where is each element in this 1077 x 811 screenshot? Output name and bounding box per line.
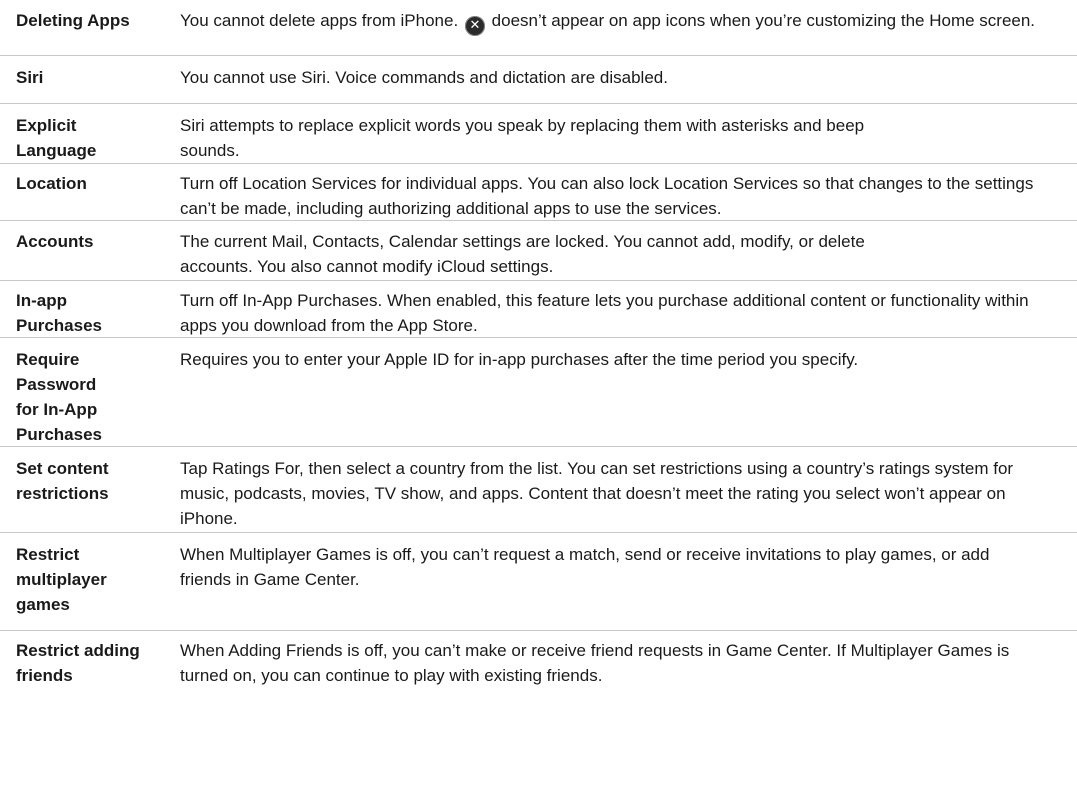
row-term: Require Password for In-App Purchases (16, 350, 102, 444)
row-description: The current Mail, Contacts, Calendar set… (180, 232, 865, 276)
row-term: Accounts (16, 232, 94, 251)
table-row: Siri You cannot use Siri. Voice commands… (0, 56, 1077, 104)
table-row: Require Password for In-App Purchases Re… (0, 338, 1077, 447)
row-description: When Multiplayer Games is off, you can’t… (180, 545, 990, 589)
row-term: In-app Purchases (16, 291, 102, 335)
close-circle-icon: ✕ (464, 16, 485, 36)
table-row: In-app Purchases Turn off In-App Purchas… (0, 281, 1077, 338)
row-description: Siri attempts to replace explicit words … (180, 116, 865, 160)
row-term: Location (16, 174, 87, 193)
table-row: Restrict adding friends When Adding Frie… (0, 631, 1077, 691)
table-row: Location Turn off Location Services for … (0, 164, 1077, 221)
table-row: Explicit Language Siri attempts to repla… (0, 104, 1077, 164)
row-description: Requires you to enter your Apple ID for … (180, 350, 859, 369)
row-description: You cannot use Siri. Voice commands and … (180, 68, 668, 87)
row-description: When Adding Friends is off, you can’t ma… (180, 641, 1010, 685)
restrictions-table: Deleting Apps You cannot delete apps fro… (0, 0, 1077, 691)
row-term: Restrict adding friends (16, 641, 140, 685)
table-row: Restrict multiplayer games When Multipla… (0, 533, 1077, 631)
row-term: Set content restrictions (16, 459, 109, 503)
row-term: Deleting Apps (16, 11, 130, 30)
row-description: Tap Ratings For, then select a country f… (180, 459, 1014, 528)
row-term: Restrict multiplayer games (16, 545, 107, 614)
table-row: Deleting Apps You cannot delete apps fro… (0, 0, 1077, 56)
row-description: You cannot delete apps from iPhone. ✕ do… (168, 8, 1077, 55)
row-description-part: doesn’t appear on app icons when you’re … (491, 11, 1036, 30)
row-description-part: You cannot delete apps from iPhone. (180, 11, 459, 30)
table-row: Set content restrictions Tap Ratings For… (0, 447, 1077, 533)
row-term: Explicit Language (16, 116, 97, 160)
row-term: Siri (16, 68, 44, 87)
table-row: Accounts The current Mail, Contacts, Cal… (0, 221, 1077, 281)
row-description: Turn off In-App Purchases. When enabled,… (180, 291, 1029, 335)
row-description: Turn off Location Services for individua… (180, 174, 1034, 218)
